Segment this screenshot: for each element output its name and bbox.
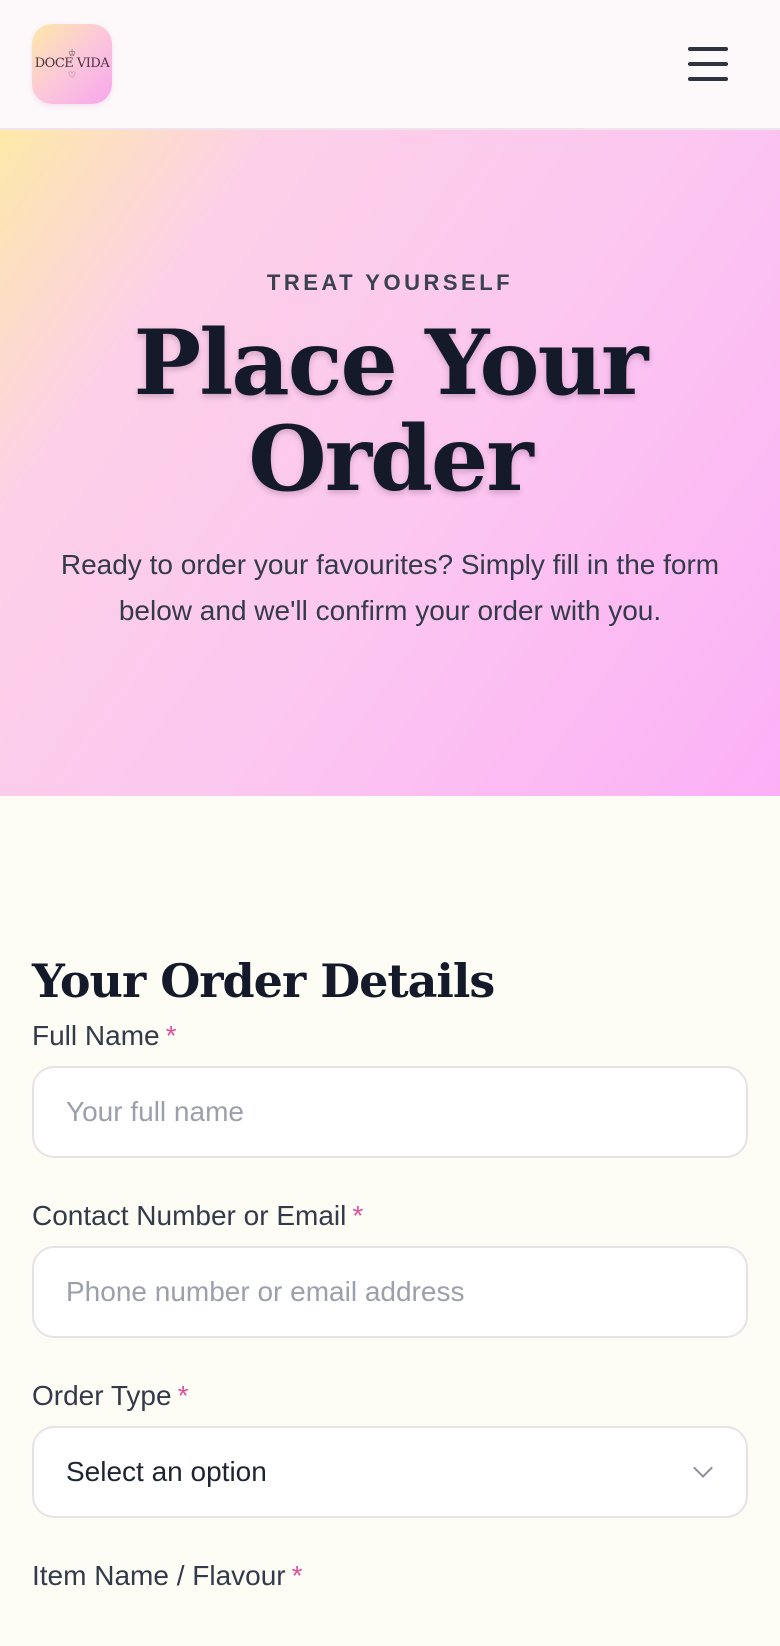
required-mark: * — [352, 1200, 364, 1231]
menu-bar — [688, 77, 728, 81]
heart-icon: ♡ — [67, 69, 77, 80]
chevron-down-icon — [693, 1458, 713, 1478]
contact-label: Contact Number or Email * — [32, 1200, 363, 1232]
form-title: Your Order Details — [32, 954, 495, 1008]
full-name-label: Full Name * — [32, 1020, 177, 1052]
order-type-label-text: Order Type — [32, 1380, 172, 1411]
hero-subtitle: Ready to order your favourites? Simply f… — [60, 549, 720, 626]
logo-text: DOCE VIDA — [34, 55, 110, 71]
hero-banner: TREAT YOURSELF Place Your Order Ready to… — [0, 130, 780, 796]
full-name-input[interactable] — [32, 1066, 748, 1158]
order-type-select[interactable]: Select an option — [32, 1426, 748, 1518]
contact-input[interactable] — [32, 1246, 748, 1338]
item-name-label: Item Name / Flavour * — [32, 1560, 303, 1592]
full-name-label-text: Full Name — [32, 1020, 160, 1051]
required-mark: * — [291, 1560, 303, 1591]
required-mark: * — [177, 1380, 189, 1411]
contact-label-text: Contact Number or Email — [32, 1200, 347, 1231]
order-type-label: Order Type * — [32, 1380, 188, 1412]
item-name-label-text: Item Name / Flavour — [32, 1560, 286, 1591]
brand-logo[interactable]: ♔ DOCE VIDA ♡ — [32, 24, 112, 104]
required-mark: * — [165, 1020, 177, 1051]
menu-bar — [688, 47, 728, 51]
hamburger-icon[interactable] — [688, 47, 728, 81]
site-header: ♔ DOCE VIDA ♡ — [0, 0, 780, 130]
hero-eyebrow: TREAT YOURSELF — [266, 270, 514, 295]
menu-bar — [688, 62, 728, 66]
order-type-value: Select an option — [66, 1456, 267, 1487]
page-title: Place Your Order — [133, 310, 649, 512]
